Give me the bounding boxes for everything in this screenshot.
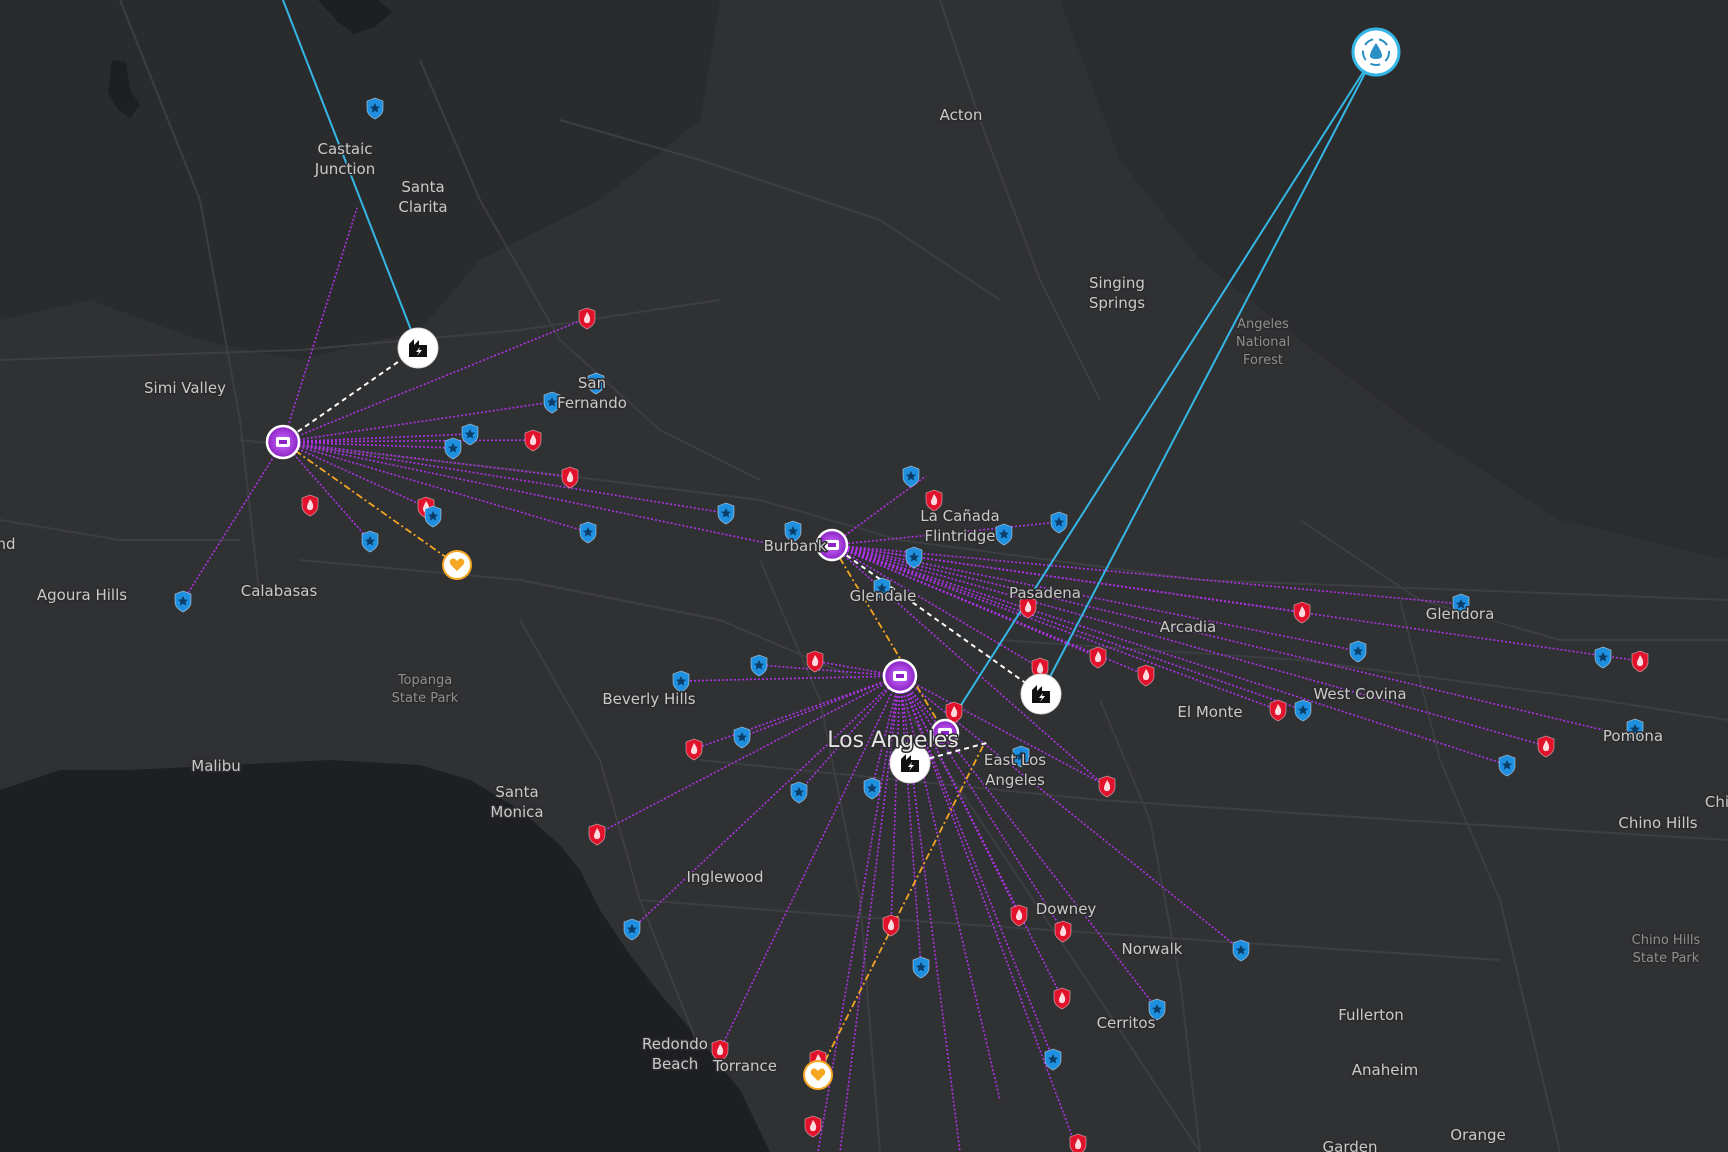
medical-heart-icon[interactable] <box>442 550 472 580</box>
place-label: Calabasas <box>241 582 318 600</box>
place-label: La Cañada <box>920 507 999 525</box>
place-label: Flintridge <box>925 527 996 545</box>
place-label: Garden <box>1323 1138 1378 1152</box>
fire-station-icon[interactable] <box>1069 1133 1087 1152</box>
place-label: Santa <box>495 783 538 801</box>
place-label: Simi Valley <box>144 379 226 397</box>
place-label: Arcadia <box>1160 618 1216 636</box>
place-label: Beach <box>652 1055 698 1073</box>
place-label: Torrance <box>712 1057 777 1075</box>
place-label: Acton <box>940 106 983 124</box>
map-canvas[interactable]: Acton Castaic Junction Santa Clarita Singing S… <box>0 0 1728 1152</box>
place-label: Inglewood <box>687 868 764 886</box>
place-label: Santa <box>401 178 444 196</box>
place-label: Agoura Hills <box>37 586 127 604</box>
place-label: Chino Hills <box>1632 933 1701 948</box>
place-label: nd <box>0 535 16 553</box>
place-label: Glendora <box>1426 605 1495 623</box>
place-label: Topanga <box>397 673 452 688</box>
place-label: State Park <box>392 691 459 706</box>
place-label: Downey <box>1036 900 1097 918</box>
place-label: West Covina <box>1313 685 1406 703</box>
place-label: State Park <box>1633 951 1700 966</box>
place-label: National <box>1236 335 1290 350</box>
place-label: Fullerton <box>1338 1006 1404 1024</box>
dispatch-hub-icon[interactable] <box>265 424 301 460</box>
place-label: San <box>578 374 606 392</box>
medical-heart-icon[interactable] <box>803 1060 833 1090</box>
place-label: Beverly Hills <box>602 690 695 708</box>
place-label: Angeles <box>985 771 1045 789</box>
place-label: Junction <box>314 160 375 178</box>
power-plant-icon[interactable] <box>1020 673 1062 715</box>
place-label: Singing <box>1089 274 1145 292</box>
place-label: Monica <box>490 803 543 821</box>
place-label: Castaic <box>318 140 373 158</box>
place-label: Springs <box>1089 294 1145 312</box>
place-label: Malibu <box>191 757 241 775</box>
place-label: Clarita <box>398 198 447 216</box>
place-label: Angeles <box>1237 317 1289 332</box>
place-label: Chi <box>1705 793 1728 811</box>
place-label: Los Angeles <box>827 728 958 753</box>
place-label: Orange <box>1450 1126 1505 1144</box>
place-label: East Los <box>984 751 1046 769</box>
place-label: El Monte <box>1177 703 1242 721</box>
place-label: Glendale <box>850 587 917 605</box>
water-facility-icon[interactable] <box>1351 27 1401 77</box>
place-label: Cerritos <box>1097 1014 1156 1032</box>
dispatch-hub-icon[interactable] <box>882 658 918 694</box>
place-label: Pomona <box>1603 727 1663 745</box>
place-label: Norwalk <box>1122 940 1183 958</box>
place-label: Redondo <box>642 1035 708 1053</box>
place-label: Anaheim <box>1352 1061 1418 1079</box>
power-plant-icon[interactable] <box>397 327 439 369</box>
place-label: Burbank <box>764 537 827 555</box>
place-label: Forest <box>1243 353 1283 368</box>
place-label: Chino Hills <box>1618 814 1697 832</box>
place-label: Fernando <box>557 394 627 412</box>
place-label: Pasadena <box>1009 584 1081 602</box>
